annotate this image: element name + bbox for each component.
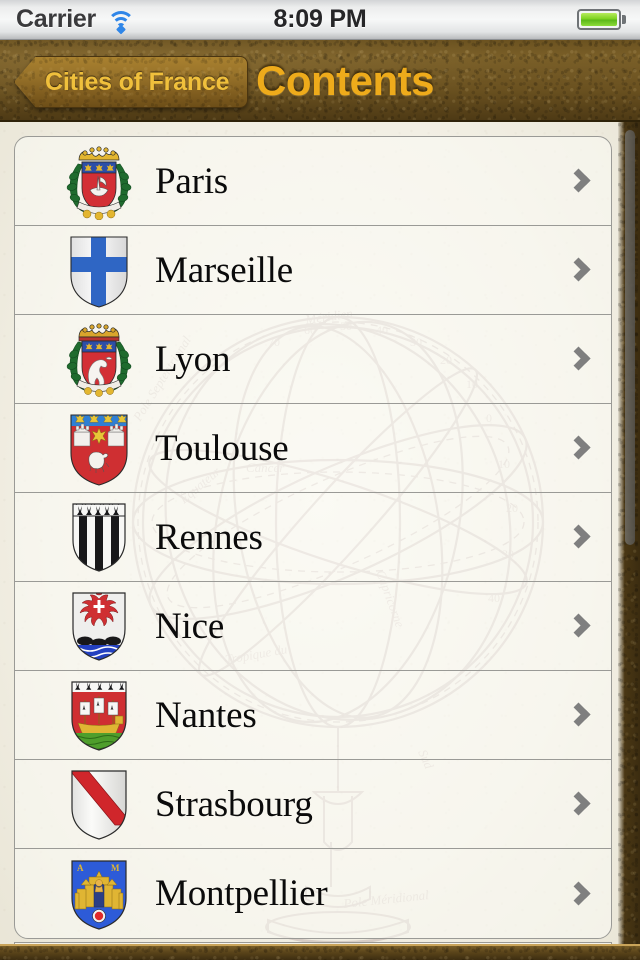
back-button-label: Cities of France (45, 67, 230, 96)
city-name: Montpellier (155, 873, 328, 914)
list-item[interactable]: Lyon (15, 315, 611, 404)
vertical-scrollbar[interactable] (625, 130, 635, 545)
chevron-right-icon (566, 346, 591, 371)
marseille-crest (63, 231, 135, 309)
paris-crest (63, 142, 135, 221)
list-item[interactable]: AM Montpellier (15, 849, 611, 938)
back-button-body[interactable]: Cities of France (14, 56, 249, 108)
toulouse-crest (63, 409, 135, 487)
chevron-right-icon (566, 702, 591, 727)
battery-shell (577, 9, 621, 30)
chevron-right-icon (566, 880, 591, 906)
list-item[interactable]: Rennes (15, 493, 611, 582)
chevron-right-icon (566, 435, 591, 460)
city-name: Nice (155, 605, 225, 647)
city-name: Lyon (155, 338, 231, 380)
status-bar-clock: 8:09 PM (273, 5, 367, 33)
chevron-right-icon (566, 168, 591, 193)
list-item[interactable]: Nice (15, 582, 611, 671)
bottom-leather-edge (0, 944, 640, 960)
montpellier-crest: AM (63, 855, 135, 933)
svg-text:A: A (77, 863, 84, 873)
svg-text:M: M (111, 863, 120, 873)
list-item[interactable]: Toulouse (15, 404, 611, 493)
list-item[interactable]: Marseille (15, 226, 611, 315)
list-item[interactable]: Paris (15, 137, 611, 226)
lyon-crest (63, 320, 135, 398)
nice-crest (63, 587, 135, 665)
city-list: Paris Marseille Lyon Toulouse Rennes Nic… (14, 136, 612, 939)
battery-indicator (577, 9, 626, 30)
city-name: Nantes (155, 694, 257, 736)
city-name: Toulouse (155, 427, 289, 469)
city-name: Rennes (155, 516, 263, 558)
city-name: Paris (155, 160, 229, 202)
chevron-right-icon (566, 791, 591, 816)
city-name: Strasbourg (155, 783, 313, 825)
page-title: Contents (256, 57, 435, 104)
navigation-bar: Cities of France Contents (0, 40, 640, 122)
list-item[interactable]: Nantes (15, 671, 611, 760)
chevron-right-icon (566, 524, 591, 549)
content-area: Méridien Pole Septentrional Sud Pole Mér… (0, 122, 640, 960)
status-bar: Carrier 8:09 PM (0, 0, 640, 40)
nantes-crest (63, 676, 135, 754)
back-button[interactable]: Cities of France (14, 56, 249, 108)
chevron-right-icon (566, 613, 591, 638)
city-name: Marseille (155, 249, 293, 291)
list-item[interactable]: Strasbourg (15, 760, 611, 849)
chevron-right-icon (566, 257, 591, 282)
battery-fill (581, 13, 617, 26)
bottom-leather-texture (0, 946, 640, 960)
strasbourg-crest (63, 765, 135, 843)
rennes-crest (63, 498, 135, 576)
battery-cap (622, 15, 626, 24)
